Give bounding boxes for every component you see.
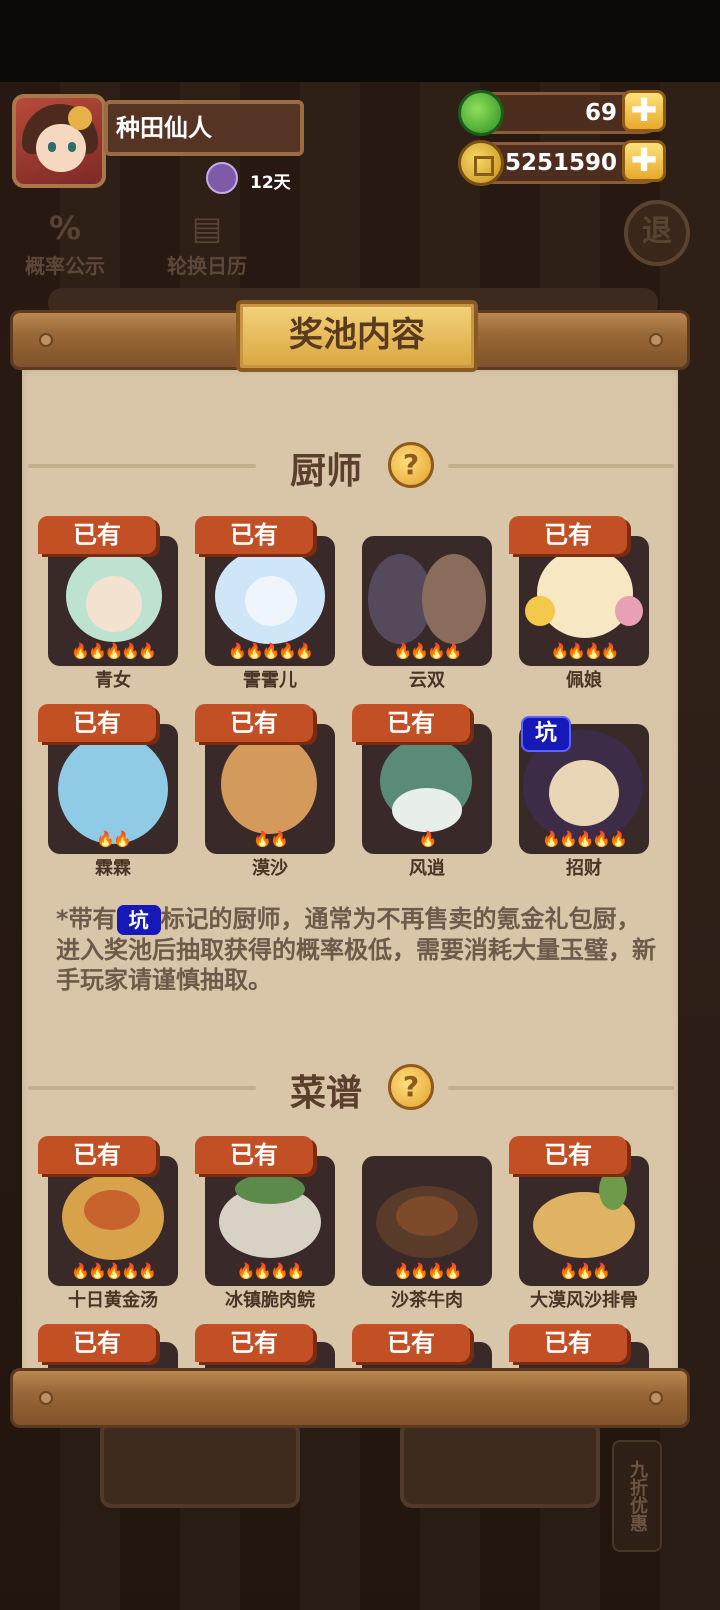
- owned-tag: 已有: [509, 1324, 627, 1362]
- chef-help-icon[interactable]: ?: [388, 442, 434, 488]
- chef-name: 佩娘: [566, 670, 602, 691]
- calendar-icon: ▤: [191, 209, 223, 247]
- chef-name: 霖霖: [95, 858, 131, 879]
- chef-card[interactable]: 🔥🔥: [205, 724, 335, 854]
- rarity-flames: 🔥🔥🔥🔥: [236, 1262, 306, 1280]
- draw-once-button: [100, 1420, 300, 1508]
- recipe-card[interactable]: 🔥🔥🔥🔥: [362, 1156, 492, 1286]
- rarity-flames: 🔥🔥🔥🔥🔥: [71, 642, 156, 660]
- owned-tag: 已有: [509, 1136, 627, 1174]
- jade-icon: [458, 90, 504, 136]
- probability-button[interactable]: % 概率公示: [18, 206, 112, 278]
- divider: [28, 1086, 256, 1090]
- owned-tag: 已有: [38, 1136, 156, 1174]
- owned-tag: 已有: [38, 704, 156, 742]
- chef-name: 霅霅儿: [243, 670, 297, 691]
- prize-pool-panel: 厨师 ? 🔥🔥🔥🔥🔥 🔥🔥🔥🔥🔥 🔥🔥🔥🔥 🔥🔥🔥🔥 已有 已有 已有 青女 霅…: [22, 364, 678, 1372]
- panel-title: 奖池内容: [236, 300, 478, 372]
- rarity-flames: 🔥🔥🔥🔥🔥: [542, 830, 627, 848]
- chef-name: 青女: [95, 670, 131, 691]
- chef-name: 风逍: [409, 858, 445, 879]
- scroll-bottom-rod: [10, 1368, 690, 1428]
- rarity-flames: 🔥🔥🔥🔥: [393, 642, 463, 660]
- days-label: 12天: [250, 173, 291, 193]
- divider: [28, 464, 256, 468]
- probability-label: 概率公示: [25, 254, 105, 278]
- owned-tag: 已有: [352, 1324, 470, 1362]
- exit-button[interactable]: 退: [624, 200, 690, 266]
- chef-card[interactable]: 🔥🔥🔥🔥🔥: [205, 536, 335, 666]
- recipe-card[interactable]: 🔥🔥🔥: [519, 1156, 649, 1286]
- chef-section-title: 厨师: [290, 451, 363, 492]
- recipe-name: 大漠风沙排骨: [530, 1290, 638, 1311]
- chef-card[interactable]: 🔥🔥🔥🔥: [362, 536, 492, 666]
- chef-name: 招财: [566, 858, 602, 879]
- chef-card[interactable]: 🔥: [362, 724, 492, 854]
- chef-name: 云双: [409, 670, 445, 691]
- rarity-flames: 🔥🔥🔥🔥🔥: [228, 642, 313, 660]
- calendar-button[interactable]: ▤ 轮换日历: [160, 206, 254, 278]
- owned-tag: 已有: [509, 516, 627, 554]
- coin-icon: [458, 140, 504, 186]
- divider: [448, 1086, 674, 1090]
- owned-tag: 已有: [195, 516, 313, 554]
- pit-tag: 坑: [521, 716, 571, 752]
- calendar-label: 轮换日历: [167, 254, 247, 278]
- divider: [448, 464, 674, 468]
- rarity-flames: 🔥🔥: [96, 830, 131, 848]
- recipe-name: 冰镇脆肉鲩: [225, 1290, 315, 1311]
- owned-tag: 已有: [195, 704, 313, 742]
- player-name: 种田仙人: [104, 100, 304, 156]
- rarity-flames: 🔥🔥🔥🔥🔥: [71, 1262, 156, 1280]
- rarity-flames: 🔥🔥🔥: [558, 1262, 611, 1280]
- owned-tag: 已有: [352, 704, 470, 742]
- pit-note: *带有坑标记的厨师，通常为不再售卖的氪金礼包厨，进入奖池后抽取获得的概率极低，需…: [56, 904, 656, 995]
- owned-tag: 已有: [38, 516, 156, 554]
- owned-tag: 已有: [195, 1324, 313, 1362]
- owned-tag: 已有: [38, 1324, 156, 1362]
- avatar[interactable]: [12, 94, 106, 188]
- rarity-flames: 🔥: [418, 830, 438, 848]
- discount-label: 九折优惠: [612, 1440, 662, 1552]
- draw-ten-button: [400, 1420, 600, 1508]
- rarity-flames: 🔥🔥: [253, 830, 288, 848]
- chef-card[interactable]: 🔥🔥🔥🔥: [519, 536, 649, 666]
- add-coin-button[interactable]: ✚: [622, 140, 666, 182]
- chef-name: 漠沙: [252, 858, 288, 879]
- rarity-flames: 🔥🔥🔥🔥: [393, 1262, 463, 1280]
- recipe-name: 沙茶牛肉: [391, 1290, 463, 1311]
- add-jade-button[interactable]: ✚: [622, 90, 666, 132]
- rarity-flames: 🔥🔥🔥🔥: [550, 642, 620, 660]
- character-icon: [206, 162, 238, 194]
- recipe-name: 十日黄金汤: [68, 1290, 158, 1311]
- recipe-card[interactable]: 🔥🔥🔥🔥: [205, 1156, 335, 1286]
- recipe-section-title: 菜谱: [290, 1073, 363, 1114]
- percent-icon: %: [48, 209, 82, 247]
- pit-inline-tag: 坑: [116, 905, 161, 935]
- crown-icon: [68, 106, 92, 130]
- top-bar: [0, 0, 720, 82]
- owned-tag: 已有: [195, 1136, 313, 1174]
- note-prefix: *带有: [56, 905, 117, 933]
- recipe-help-icon[interactable]: ?: [388, 1064, 434, 1110]
- chef-card[interactable]: 🔥🔥: [48, 724, 178, 854]
- chef-card[interactable]: 🔥🔥🔥🔥🔥: [48, 536, 178, 666]
- recipe-card[interactable]: 🔥🔥🔥🔥🔥: [48, 1156, 178, 1286]
